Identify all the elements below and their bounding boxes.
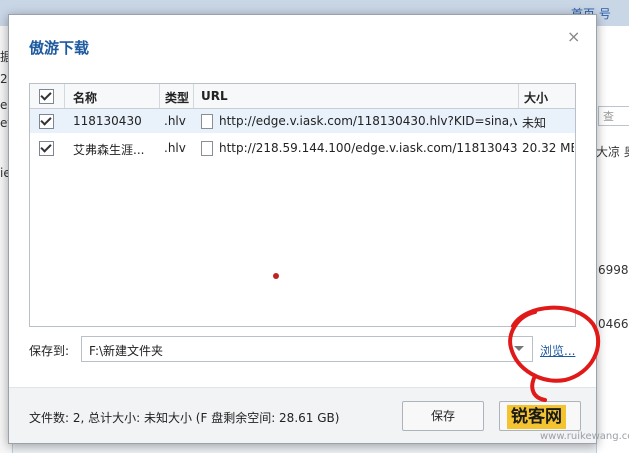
header-size-col[interactable]: 大小 (519, 84, 575, 108)
row-name: 艾弗森生涯... (73, 143, 145, 157)
header-url-label: URL (201, 89, 228, 103)
table-row[interactable]: 118130430 .hlv http://edge.v.iask.com/11… (30, 109, 575, 133)
save-button[interactable]: 保存 (402, 401, 484, 431)
close-icon[interactable]: × (567, 27, 580, 46)
watermark-logo: 锐客网 (507, 405, 566, 429)
header-url-col[interactable]: URL (194, 84, 519, 108)
red-dot-marker (273, 273, 279, 279)
background-search-text: 查 (603, 110, 614, 123)
row-name: 118130430 (73, 114, 142, 128)
row-checkbox[interactable] (39, 141, 54, 156)
save-to-label: 保存到: (29, 344, 70, 358)
download-list: 名称 类型 URL 大小 118130430 .hlv http://edge.… (29, 83, 576, 327)
file-icon (201, 141, 213, 156)
row-size: 未知 (522, 116, 547, 130)
dialog-title: 傲游下载 (29, 39, 90, 57)
table-row[interactable]: 艾弗森生涯... .hlv http://218.59.144.100/edge… (30, 136, 575, 160)
background-search-box[interactable]: 查 (598, 106, 629, 126)
header-select-all-cell (30, 84, 65, 108)
file-icon (201, 114, 213, 129)
background-fragment: 大凉 奥 (596, 145, 629, 159)
save-path-combobox[interactable]: F:\新建文件夹 (81, 336, 533, 362)
header-size-label: 大小 (524, 91, 549, 105)
header-type-label: 类型 (165, 91, 190, 105)
row-checkbox[interactable] (39, 114, 54, 129)
row-size: 20.32 MB (522, 141, 574, 155)
row-type: .hlv (164, 141, 186, 155)
header-name-col[interactable]: 名称 (65, 84, 160, 108)
list-header: 名称 类型 URL 大小 (30, 84, 575, 109)
red-circle-annotation (508, 305, 601, 402)
background-fragment: e (0, 98, 8, 112)
row-url: http://edge.v.iask.com/118130430.hlv?KID… (219, 114, 517, 128)
header-type-col[interactable]: 类型 (160, 84, 194, 108)
status-summary: 文件数: 2, 总计大小: 未知大小 (F 盘剩余空间: 28.61 GB) (29, 411, 340, 425)
header-name-label: 名称 (73, 91, 98, 105)
background-fragment: 2 (0, 72, 8, 86)
select-all-checkbox[interactable] (39, 89, 54, 104)
save-path-value: F:\新建文件夹 (89, 344, 164, 358)
background-fragment: 6998 (598, 263, 629, 277)
watermark-url: www.ruikewang.com (540, 431, 629, 442)
row-type: .hlv (164, 114, 186, 128)
row-url: http://218.59.144.100/edge.v.iask.com/11… (219, 141, 517, 155)
